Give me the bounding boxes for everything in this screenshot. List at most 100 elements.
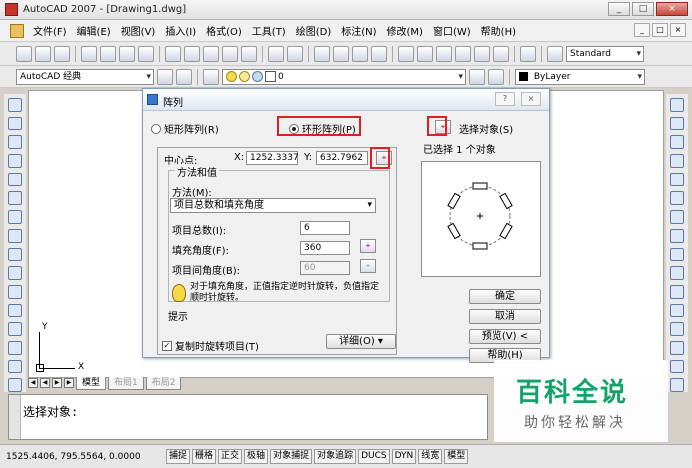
publish-icon[interactable] bbox=[119, 45, 135, 62]
array-icon[interactable] bbox=[670, 172, 684, 187]
model-toggle[interactable]: 模型 bbox=[444, 449, 469, 464]
layer-select[interactable]: 0 bbox=[222, 68, 466, 85]
calculator-icon[interactable] bbox=[493, 45, 509, 62]
minimize-button[interactable]: _ bbox=[608, 2, 630, 16]
dyn-toggle[interactable]: DYN bbox=[391, 449, 417, 464]
doc-restore-button[interactable]: □ bbox=[652, 23, 668, 37]
zoom-window-icon[interactable] bbox=[352, 45, 368, 62]
print-icon[interactable] bbox=[81, 45, 97, 62]
preview-button[interactable]: 预览(V) < bbox=[469, 329, 541, 344]
zoom-previous-icon[interactable] bbox=[371, 45, 387, 62]
menu-view[interactable]: 视图(V) bbox=[116, 23, 161, 38]
circle-icon[interactable] bbox=[8, 210, 22, 224]
dialog-help-button[interactable]: ? bbox=[495, 92, 515, 106]
last-tab-icon[interactable]: ▶ bbox=[64, 378, 74, 388]
ellipse-arc-icon[interactable] bbox=[8, 284, 22, 299]
tool-palettes-icon[interactable] bbox=[436, 45, 452, 62]
tab-layout2[interactable]: 布局2 bbox=[145, 376, 182, 390]
fillet-icon[interactable] bbox=[670, 359, 684, 374]
chamfer-icon[interactable] bbox=[670, 340, 684, 355]
sheet-set-icon[interactable] bbox=[455, 45, 471, 62]
lineweight-toggle[interactable]: 线宽 bbox=[418, 449, 443, 464]
point-icon[interactable] bbox=[8, 340, 22, 355]
ellipse-icon[interactable] bbox=[8, 266, 22, 280]
method-select[interactable]: 项目总数和填充角度 bbox=[170, 198, 376, 213]
zoom-realtime-icon[interactable] bbox=[333, 45, 349, 62]
first-tab-icon[interactable]: ◀ bbox=[28, 378, 38, 388]
next-tab-icon[interactable]: ▶ bbox=[52, 378, 62, 388]
text-style-icon[interactable] bbox=[547, 45, 563, 62]
pick-fill-angle-icon[interactable]: ⌖ bbox=[360, 239, 376, 253]
rotate-icon[interactable] bbox=[670, 210, 684, 224]
rectangular-array-radio[interactable]: 矩形阵列(R) bbox=[151, 121, 219, 136]
menu-file[interactable]: 文件(F) bbox=[28, 23, 72, 38]
undo-icon[interactable] bbox=[268, 45, 284, 62]
revision-cloud-icon[interactable] bbox=[8, 228, 22, 243]
print-preview-icon[interactable] bbox=[100, 45, 116, 62]
make-object-layer-current-icon[interactable] bbox=[469, 68, 485, 85]
break-icon[interactable] bbox=[670, 303, 684, 318]
match-properties-icon[interactable] bbox=[222, 45, 238, 62]
previous-tab-icon[interactable]: ◀ bbox=[40, 378, 50, 388]
3d-dwf-icon[interactable] bbox=[138, 45, 154, 62]
total-items-input[interactable]: 6 bbox=[300, 221, 350, 235]
save-icon[interactable] bbox=[54, 45, 70, 62]
layer-manager-icon[interactable] bbox=[203, 68, 219, 85]
select-objects-label[interactable]: 选择对象(S) bbox=[459, 121, 513, 136]
insert-block-icon[interactable] bbox=[8, 303, 22, 318]
rectangle-icon[interactable] bbox=[8, 172, 22, 187]
explode-icon[interactable] bbox=[670, 378, 684, 392]
trim-icon[interactable] bbox=[670, 266, 684, 280]
copy-icon[interactable] bbox=[184, 45, 200, 62]
coordinates-readout[interactable]: 1525.4406, 795.5564, 0.0000 bbox=[6, 452, 164, 462]
menu-tools[interactable]: 工具(T) bbox=[247, 23, 291, 38]
menu-dimension[interactable]: 标注(N) bbox=[336, 23, 381, 38]
menu-window[interactable]: 窗口(W) bbox=[428, 23, 476, 38]
redo-icon[interactable] bbox=[287, 45, 303, 62]
design-center-icon[interactable] bbox=[417, 45, 433, 62]
extend-icon[interactable] bbox=[670, 284, 684, 299]
gradient-icon[interactable] bbox=[8, 378, 22, 392]
doc-minimize-button[interactable]: _ bbox=[634, 23, 650, 37]
menu-edit[interactable]: 编辑(E) bbox=[72, 23, 116, 38]
doc-close-button[interactable]: × bbox=[670, 23, 686, 37]
tab-layout1[interactable]: 布局1 bbox=[108, 376, 144, 390]
construction-line-icon[interactable] bbox=[8, 116, 22, 131]
center-y-input[interactable]: 632.7962 bbox=[316, 151, 368, 165]
more-details-button[interactable]: 详细(O) ▾ bbox=[326, 334, 396, 349]
close-button[interactable]: × bbox=[656, 2, 688, 16]
menu-modify[interactable]: 修改(M) bbox=[382, 23, 428, 38]
open-icon[interactable] bbox=[35, 45, 51, 62]
workspace-settings-icon[interactable] bbox=[157, 68, 173, 85]
make-block-icon[interactable] bbox=[8, 322, 22, 336]
cut-icon[interactable] bbox=[165, 45, 181, 62]
line-icon[interactable] bbox=[8, 98, 22, 112]
polygon-icon[interactable] bbox=[8, 154, 22, 168]
layer-previous-icon[interactable] bbox=[488, 68, 504, 85]
workspace-select[interactable]: AutoCAD 经典 bbox=[16, 68, 154, 85]
join-icon[interactable] bbox=[670, 322, 684, 336]
fill-angle-input[interactable]: 360 bbox=[300, 241, 350, 255]
mirror-icon[interactable] bbox=[670, 135, 684, 150]
new-icon[interactable] bbox=[16, 45, 32, 62]
properties-icon[interactable] bbox=[398, 45, 414, 62]
scale-icon[interactable] bbox=[670, 228, 684, 243]
command-line[interactable]: 选择对象: bbox=[8, 394, 488, 440]
color-select[interactable]: ByLayer bbox=[515, 68, 645, 85]
cancel-button[interactable]: 取消 bbox=[469, 309, 541, 324]
polyline-icon[interactable] bbox=[8, 135, 22, 150]
grid-toggle[interactable]: 栅格 bbox=[192, 449, 217, 464]
tab-model[interactable]: 模型 bbox=[76, 376, 107, 390]
menu-help[interactable]: 帮助(H) bbox=[476, 23, 521, 38]
center-x-input[interactable]: 1252.3337 bbox=[246, 151, 299, 165]
menu-format[interactable]: 格式(O) bbox=[201, 23, 247, 38]
polar-toggle[interactable]: 极轴 bbox=[244, 449, 269, 464]
snap-toggle[interactable]: 捕捉 bbox=[166, 449, 191, 464]
stretch-icon[interactable] bbox=[670, 247, 684, 262]
ortho-toggle[interactable]: 正交 bbox=[218, 449, 243, 464]
document-icon[interactable] bbox=[10, 23, 24, 38]
spline-icon[interactable] bbox=[8, 247, 22, 262]
maximize-button[interactable]: □ bbox=[632, 2, 654, 16]
paste-icon[interactable] bbox=[203, 45, 219, 62]
hatch-icon[interactable] bbox=[8, 359, 22, 374]
